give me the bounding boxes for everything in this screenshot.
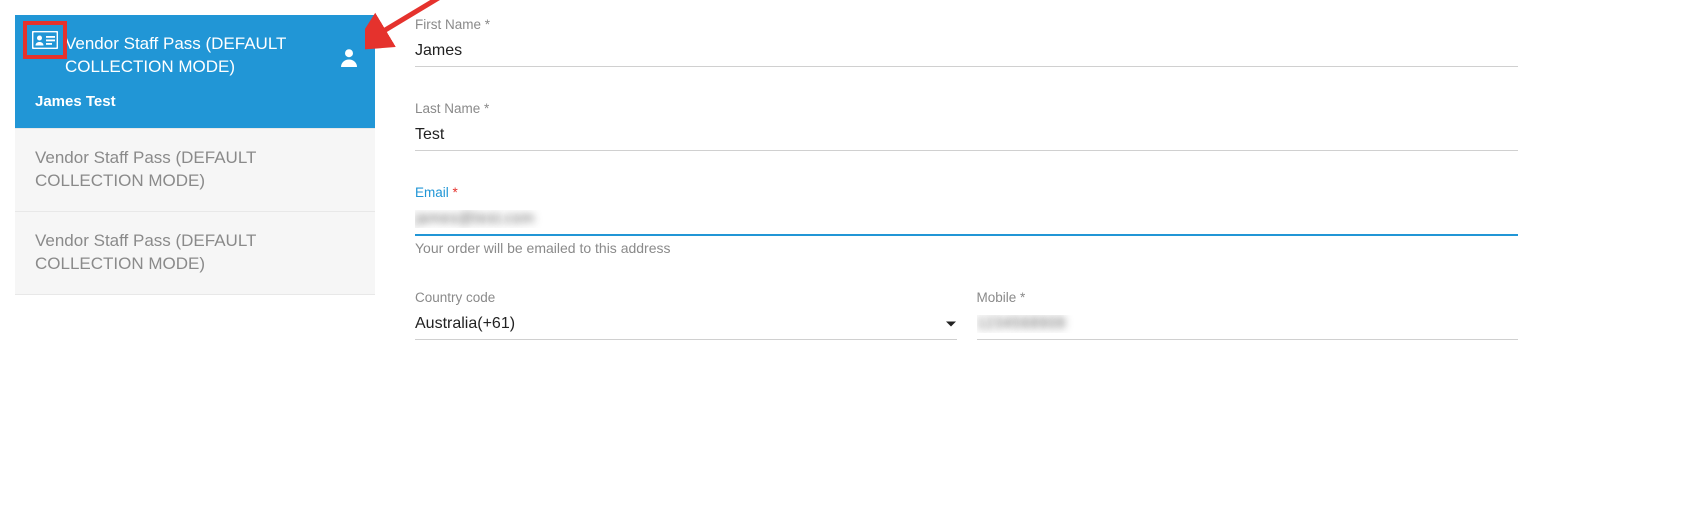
country-code-select[interactable]: Australia(+61) <box>415 311 957 340</box>
sidebar-item-pass-2[interactable]: Vendor Staff Pass (DEFAULT COLLECTION MO… <box>15 129 375 212</box>
mobile-input[interactable] <box>977 311 1519 340</box>
first-name-input[interactable] <box>415 38 1518 67</box>
sidebar-item-pass-3[interactable]: Vendor Staff Pass (DEFAULT COLLECTION MO… <box>15 212 375 295</box>
sidebar-item-pass-1[interactable]: Vendor Staff Pass (DEFAULT COLLECTION MO… <box>15 15 375 129</box>
last-name-input[interactable] <box>415 122 1518 151</box>
attendee-form: First Name * Last Name * Email * Your or… <box>415 15 1668 374</box>
sidebar-item-title: Vendor Staff Pass (DEFAULT COLLECTION MO… <box>35 230 355 276</box>
first-name-label: First Name * <box>415 17 1518 32</box>
sidebar: Vendor Staff Pass (DEFAULT COLLECTION MO… <box>15 15 375 374</box>
required-asterisk: * <box>453 185 458 200</box>
sidebar-item-subtitle: James Test <box>35 93 355 110</box>
id-card-icon <box>32 31 58 49</box>
email-label-text: Email <box>415 185 449 200</box>
email-field-group: Email * Your order will be emailed to th… <box>415 185 1518 256</box>
country-code-label: Country code <box>415 290 957 305</box>
mobile-field-group: Mobile * <box>977 290 1519 340</box>
country-code-field-group: Country code Australia(+61) <box>415 290 957 340</box>
email-input[interactable] <box>415 206 1518 236</box>
mobile-label: Mobile * <box>977 290 1519 305</box>
id-card-highlight-box <box>23 21 67 59</box>
sidebar-item-title: Vendor Staff Pass (DEFAULT COLLECTION MO… <box>35 33 355 79</box>
email-label: Email * <box>415 185 1518 200</box>
first-name-field-group: First Name * <box>415 17 1518 67</box>
person-icon <box>339 47 359 67</box>
email-helper-text: Your order will be emailed to this addre… <box>415 240 1518 256</box>
last-name-label: Last Name * <box>415 101 1518 116</box>
sidebar-item-title: Vendor Staff Pass (DEFAULT COLLECTION MO… <box>35 147 355 193</box>
last-name-field-group: Last Name * <box>415 101 1518 151</box>
